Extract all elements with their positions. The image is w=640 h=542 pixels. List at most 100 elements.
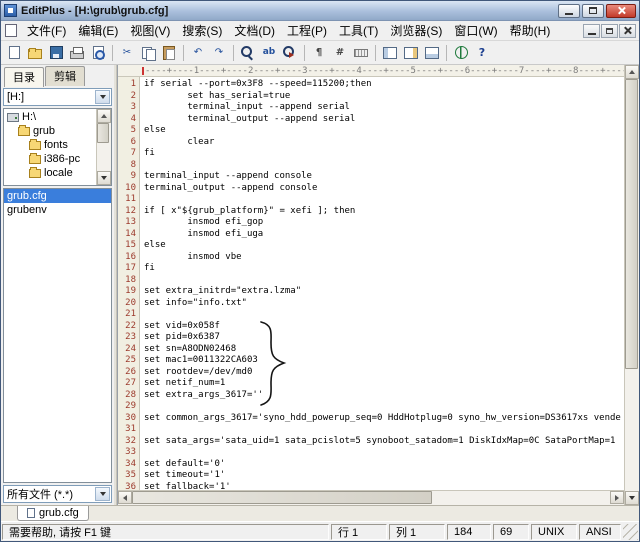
find-next-button[interactable] bbox=[280, 43, 300, 63]
document-tab-grub-cfg[interactable]: grub.cfg bbox=[17, 506, 89, 521]
arrow-down-icon bbox=[629, 496, 635, 503]
line-number: 22 bbox=[118, 321, 136, 333]
menu-item-4[interactable]: 文档(D) bbox=[228, 20, 281, 41]
new-file-button[interactable] bbox=[4, 43, 24, 63]
document-system-icon[interactable] bbox=[5, 24, 17, 37]
ruler: ----+----1----+----2----+----3----+----4… bbox=[118, 65, 624, 77]
output-window-button[interactable] bbox=[422, 43, 442, 63]
menu-bar: 文件(F)编辑(E)视图(V)搜索(S)文档(D)工程(P)工具(T)浏览器(S… bbox=[1, 21, 639, 41]
scroll-left-button[interactable] bbox=[118, 491, 132, 504]
menu-item-8[interactable]: 窗口(W) bbox=[448, 20, 503, 41]
file-filter[interactable]: 所有文件 (*.*) bbox=[3, 485, 112, 503]
print-preview-button[interactable] bbox=[88, 43, 108, 63]
filter-dropdown-button[interactable] bbox=[95, 487, 110, 501]
toggle-word-wrap-button[interactable]: ¶ bbox=[309, 43, 329, 63]
tree-item-h[interactable]: H:\ bbox=[4, 110, 96, 124]
tree-scroll-down-button[interactable] bbox=[97, 171, 111, 185]
tree-scroll-track[interactable] bbox=[97, 123, 111, 171]
toggle-line-numbers-icon: # bbox=[333, 46, 347, 60]
vertical-scroll-thumb[interactable] bbox=[625, 79, 638, 369]
menu-item-6[interactable]: 工具(T) bbox=[333, 20, 384, 41]
code-line: set sn=A8ODN02468 bbox=[144, 344, 624, 356]
toggle-ruler-button[interactable] bbox=[351, 43, 371, 63]
undo-button[interactable]: ↶ bbox=[188, 43, 208, 63]
menu-item-9[interactable]: 帮助(H) bbox=[504, 20, 557, 41]
main-area: 目录剪辑 [H:] H:\grubfontsi386-pclocale grub… bbox=[1, 65, 639, 505]
directory-window-button[interactable] bbox=[380, 43, 400, 63]
scroll-up-button[interactable] bbox=[625, 65, 639, 79]
tree-scroll-up-button[interactable] bbox=[97, 109, 111, 123]
menu-item-5[interactable]: 工程(P) bbox=[281, 20, 333, 41]
line-number: 1 bbox=[118, 79, 136, 91]
copy-icon bbox=[141, 46, 155, 60]
tree-scroll-thumb[interactable] bbox=[97, 123, 109, 143]
menu-item-1[interactable]: 编辑(E) bbox=[72, 20, 124, 41]
line-number: 17 bbox=[118, 263, 136, 275]
resize-grip[interactable] bbox=[623, 524, 638, 540]
close-button[interactable] bbox=[606, 4, 636, 18]
tree-scrollbar[interactable] bbox=[96, 109, 111, 185]
code-line bbox=[144, 447, 624, 459]
arrow-right-icon bbox=[615, 495, 622, 501]
minimize-button[interactable] bbox=[558, 4, 580, 18]
tree-item-i386-pc[interactable]: i386-pc bbox=[4, 152, 96, 166]
context-help-button[interactable]: ? bbox=[472, 43, 492, 63]
menu-item-0[interactable]: 文件(F) bbox=[21, 20, 72, 41]
menu-item-2[interactable]: 视图(V) bbox=[124, 20, 176, 41]
toggle-line-numbers-button[interactable]: # bbox=[330, 43, 350, 63]
paste-button[interactable] bbox=[159, 43, 179, 63]
print-button[interactable] bbox=[67, 43, 87, 63]
browser-icon bbox=[454, 46, 468, 60]
menu-item-7[interactable]: 浏览器(S) bbox=[384, 20, 448, 41]
file-item-grub-cfg[interactable]: grub.cfg bbox=[4, 189, 111, 203]
tree-item-grub[interactable]: grub bbox=[4, 124, 96, 138]
horizontal-scroll-track[interactable] bbox=[132, 491, 610, 505]
redo-icon: ↷ bbox=[212, 46, 226, 60]
horizontal-scrollbar[interactable] bbox=[118, 490, 624, 505]
browser-button[interactable] bbox=[451, 43, 471, 63]
code-line: set pid=0x6387 bbox=[144, 332, 624, 344]
cliptext-window-button[interactable] bbox=[401, 43, 421, 63]
mdi-minimize-button[interactable] bbox=[583, 24, 600, 38]
copy-button[interactable] bbox=[138, 43, 158, 63]
maximize-button[interactable] bbox=[582, 4, 604, 18]
sidebar-tab-item[interactable]: 剪辑 bbox=[45, 66, 85, 86]
replace-button[interactable]: ab bbox=[259, 43, 279, 63]
code-line: terminal_output --append serial bbox=[144, 114, 624, 126]
mdi-restore-button[interactable] bbox=[601, 24, 618, 38]
code-line bbox=[144, 275, 624, 287]
vertical-scrollbar[interactable] bbox=[624, 65, 639, 505]
menu-item-3[interactable]: 搜索(S) bbox=[176, 20, 228, 41]
file-item-grubenv[interactable]: grubenv bbox=[4, 203, 111, 217]
code-line: set extra_args_3617='' bbox=[144, 390, 624, 402]
drive-selector[interactable]: [H:] bbox=[3, 88, 112, 106]
status-segment-3: 69 bbox=[493, 524, 529, 540]
redo-button[interactable]: ↷ bbox=[209, 43, 229, 63]
line-number: 32 bbox=[118, 436, 136, 448]
code-line: set vid=0x058f bbox=[144, 321, 624, 333]
tree-item-locale[interactable]: locale bbox=[4, 166, 96, 180]
code-line: set netif_num=1 bbox=[144, 378, 624, 390]
drive-dropdown-button[interactable] bbox=[95, 90, 110, 104]
line-number: 23 bbox=[118, 332, 136, 344]
scroll-down-button[interactable] bbox=[625, 491, 639, 505]
line-number: 30 bbox=[118, 413, 136, 425]
save-button[interactable] bbox=[46, 43, 66, 63]
line-number: 10 bbox=[118, 183, 136, 195]
code-lines[interactable]: if serial --port=0x3F8 --speed=115200;th… bbox=[140, 77, 624, 490]
toolbar-separator bbox=[183, 45, 184, 61]
code-line: if [ x"${grub_platform}" = xefi ]; then bbox=[144, 206, 624, 218]
vertical-scroll-track[interactable] bbox=[625, 79, 639, 491]
sidebar-tab-item[interactable]: 目录 bbox=[4, 67, 44, 87]
find-button[interactable] bbox=[238, 43, 258, 63]
scroll-right-button[interactable] bbox=[610, 491, 624, 504]
horizontal-scroll-thumb[interactable] bbox=[132, 491, 432, 504]
mdi-close-icon bbox=[623, 26, 632, 35]
line-number: 13 bbox=[118, 217, 136, 229]
line-number: 26 bbox=[118, 367, 136, 379]
cut-button[interactable]: ✂ bbox=[117, 43, 137, 63]
tree-item-fonts[interactable]: fonts bbox=[4, 138, 96, 152]
mdi-close-button[interactable] bbox=[619, 24, 636, 38]
open-file-button[interactable] bbox=[25, 43, 45, 63]
replace-icon: ab bbox=[262, 46, 276, 60]
